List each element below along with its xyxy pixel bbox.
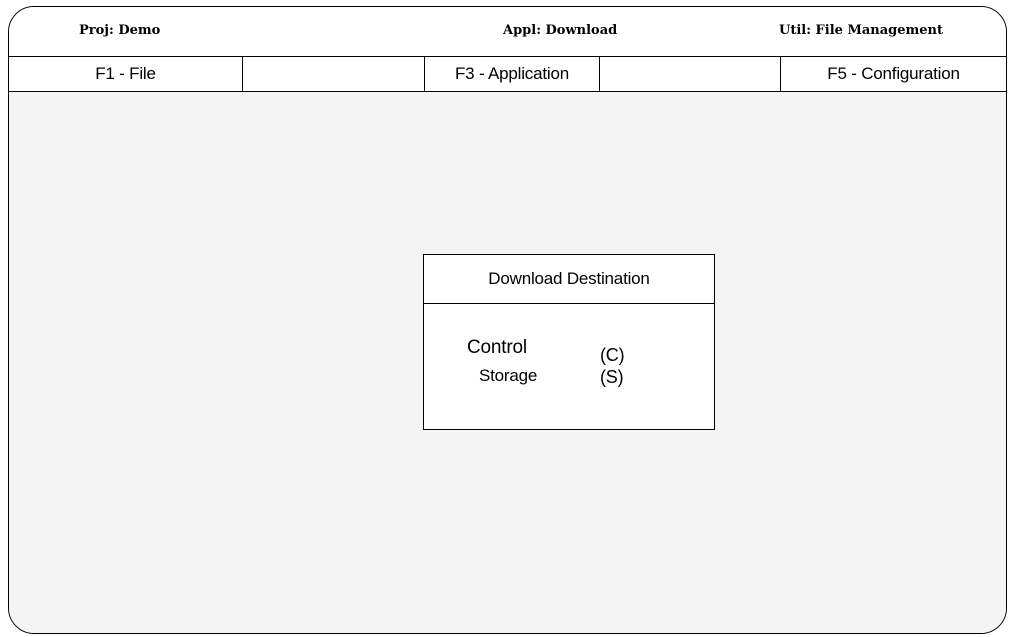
control-option-key[interactable]: (C) [600,345,625,366]
download-destination-dialog: Download Destination Control (C) Storage… [423,254,715,430]
f1-file-softkey[interactable]: F1 - File [9,57,243,91]
storage-option-key[interactable]: (S) [600,367,624,388]
project-label: Proj: Demo [79,23,161,38]
f3-application-softkey[interactable]: F3 - Application [425,57,600,91]
utility-label: Util: File Management [779,23,943,38]
control-option[interactable]: Control [467,337,527,359]
f2-softkey[interactable] [243,57,425,91]
function-key-bar: F1 - File F3 - Application F5 - Configur… [9,57,1006,92]
status-header: Proj: Demo Appl: Download Util: File Man… [9,7,1006,57]
f4-softkey[interactable] [600,57,781,91]
application-label: Appl: Download [503,23,618,38]
f5-configuration-softkey[interactable]: F5 - Configuration [781,57,1006,91]
storage-option[interactable]: Storage [479,366,537,386]
dialog-title: Download Destination [424,255,714,304]
